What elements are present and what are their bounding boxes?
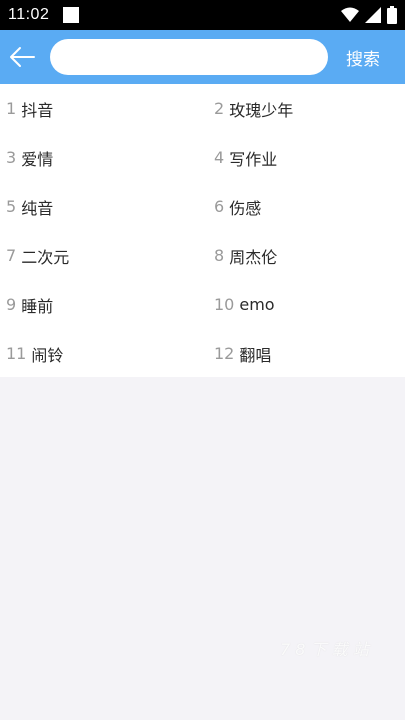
item-label: 周杰伦 xyxy=(229,247,278,267)
hot-search-item[interactable]: 1 抖音 xyxy=(0,84,208,133)
item-label: 翻唱 xyxy=(239,345,272,365)
status-bar: 11:02 xyxy=(0,0,405,30)
item-rank: 7 xyxy=(6,246,17,265)
item-rank: 6 xyxy=(214,197,225,216)
hot-search-item[interactable]: 4 写作业 xyxy=(208,133,405,182)
signal-icon xyxy=(365,7,381,23)
item-label: 睡前 xyxy=(21,296,54,316)
watermark: 7 8 下 载 站 xyxy=(280,640,369,659)
search-button[interactable]: 搜索 xyxy=(346,45,380,70)
status-icons xyxy=(341,6,397,24)
hot-search-item[interactable]: 7 二次元 xyxy=(0,231,208,280)
arrow-left-icon xyxy=(10,47,35,67)
item-rank: 2 xyxy=(214,99,225,118)
item-label: 爱情 xyxy=(21,149,54,169)
item-label: 写作业 xyxy=(229,149,278,169)
item-rank: 3 xyxy=(6,148,17,167)
hot-search-item[interactable]: 9 睡前 xyxy=(0,280,208,329)
hot-search-list: 1 抖音 2 玫瑰少年 3 爱情 4 写作业 5 纯音 6 伤感 7 二次元 8… xyxy=(0,84,405,377)
hot-search-item[interactable]: 10 emo xyxy=(208,280,405,329)
item-label: 纯音 xyxy=(21,198,54,218)
hot-search-item[interactable]: 12 翻唱 xyxy=(208,329,405,378)
notification-square-icon xyxy=(63,7,80,23)
item-label: 抖音 xyxy=(21,100,54,120)
item-rank: 10 xyxy=(214,295,235,314)
battery-icon xyxy=(387,6,397,24)
item-label: 玫瑰少年 xyxy=(229,100,294,120)
item-label: emo xyxy=(239,295,275,314)
search-header: 搜索 xyxy=(0,30,405,84)
item-label: 闹铃 xyxy=(31,345,64,365)
hot-search-item[interactable]: 8 周杰伦 xyxy=(208,231,405,280)
hot-search-item[interactable]: 2 玫瑰少年 xyxy=(208,84,405,133)
hot-search-item[interactable]: 11 闹铃 xyxy=(0,329,208,378)
item-rank: 4 xyxy=(214,148,225,167)
item-rank: 12 xyxy=(214,344,235,363)
search-input[interactable] xyxy=(50,39,328,75)
item-label: 二次元 xyxy=(21,247,70,267)
back-button[interactable] xyxy=(0,30,44,84)
wifi-icon xyxy=(341,7,359,23)
hot-search-item[interactable]: 5 纯音 xyxy=(0,182,208,231)
item-rank: 1 xyxy=(6,99,17,118)
item-rank: 11 xyxy=(6,344,27,363)
item-label: 伤感 xyxy=(229,198,262,218)
hot-search-item[interactable]: 6 伤感 xyxy=(208,182,405,231)
hot-search-item[interactable]: 3 爱情 xyxy=(0,133,208,182)
item-rank: 8 xyxy=(214,246,225,265)
item-rank: 9 xyxy=(6,295,17,314)
status-time: 11:02 xyxy=(8,6,50,23)
item-rank: 5 xyxy=(6,197,17,216)
